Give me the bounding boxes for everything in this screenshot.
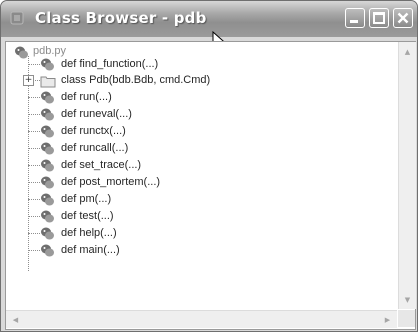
close-icon xyxy=(397,12,409,24)
tree-item-class-pdb[interactable]: + class Pdb(bdb.Bdb, cmd.Cmd) xyxy=(6,73,306,89)
folder-class-icon xyxy=(40,76,56,88)
python-function-icon xyxy=(41,244,54,257)
python-function-icon xyxy=(41,108,54,121)
tree-item-label: def runcall(...) xyxy=(61,142,129,154)
tree-item-find-function[interactable]: def find_function(...) xyxy=(6,57,266,73)
close-button[interactable] xyxy=(393,8,413,28)
horizontal-scrollbar[interactable]: ◀ ▶ xyxy=(6,310,397,328)
python-function-icon xyxy=(41,193,54,206)
tree-item-runeval[interactable]: def runeval(...) xyxy=(6,107,266,123)
python-function-icon xyxy=(41,159,54,172)
tree-item-label: def find_function(...) xyxy=(61,58,159,70)
tree-item-set-trace[interactable]: def set_trace(...) xyxy=(6,158,266,174)
tree-item-runctx[interactable]: def runctx(...) xyxy=(6,124,266,140)
scroll-up-arrow-icon[interactable]: ▲ xyxy=(400,44,415,59)
tree-item-label: def pm(...) xyxy=(61,193,112,205)
python-function-icon xyxy=(41,142,54,155)
tree-item-test[interactable]: def test(...) xyxy=(6,209,266,225)
title-bar[interactable]: Class Browser - pdb xyxy=(1,1,417,50)
tree-item-label: def runctx(...) xyxy=(61,125,126,137)
expand-toggle[interactable]: + xyxy=(23,75,34,86)
scroll-right-arrow-icon[interactable]: ▶ xyxy=(380,312,395,327)
maximize-button[interactable] xyxy=(369,8,389,28)
app-icon xyxy=(10,11,24,25)
tree-item-label: def help(...) xyxy=(61,227,117,239)
tree-item-help[interactable]: def help(...) xyxy=(6,226,266,242)
tree-item-label: def run(...) xyxy=(61,91,112,103)
python-function-icon xyxy=(41,125,54,138)
tree-item-main[interactable]: def main(...) xyxy=(6,243,266,259)
tree-item-label: def test(...) xyxy=(61,210,114,222)
maximize-icon xyxy=(373,12,385,24)
tree-item-label: def post_mortem(...) xyxy=(61,176,161,188)
minimize-button[interactable] xyxy=(345,8,365,28)
minimize-icon xyxy=(350,20,358,23)
scroll-down-arrow-icon[interactable]: ▼ xyxy=(400,292,415,307)
python-function-icon xyxy=(41,176,54,189)
tree-item-label: def runeval(...) xyxy=(61,108,132,120)
class-browser-window: Class Browser - pdb pdb.py def find_func… xyxy=(0,0,418,332)
python-function-icon xyxy=(41,227,54,240)
python-function-icon xyxy=(41,91,54,104)
tree-item-post-mortem[interactable]: def post_mortem(...) xyxy=(6,175,266,191)
window-title: Class Browser - pdb xyxy=(35,9,207,27)
tree-item-pm[interactable]: def pm(...) xyxy=(6,192,266,208)
tree-item-runcall[interactable]: def runcall(...) xyxy=(6,141,266,157)
tree-item-run[interactable]: def run(...) xyxy=(6,90,266,106)
tree-item-label: class Pdb(bdb.Bdb, cmd.Cmd) xyxy=(61,74,211,86)
python-function-icon xyxy=(41,210,54,223)
tree-root-label: pdb.py xyxy=(33,45,67,57)
scroll-left-arrow-icon[interactable]: ◀ xyxy=(8,312,23,327)
vertical-scrollbar[interactable]: ▲ ▼ xyxy=(398,42,416,309)
tree-item-label: def set_trace(...) xyxy=(61,159,142,171)
size-grip[interactable] xyxy=(398,310,415,327)
class-browser-pane: pdb.py def find_function(...) + class Pd… xyxy=(5,41,416,330)
tree-item-label: def main(...) xyxy=(61,244,120,256)
class-tree[interactable]: pdb.py def find_function(...) + class Pd… xyxy=(6,42,397,309)
python-function-icon xyxy=(41,58,54,71)
